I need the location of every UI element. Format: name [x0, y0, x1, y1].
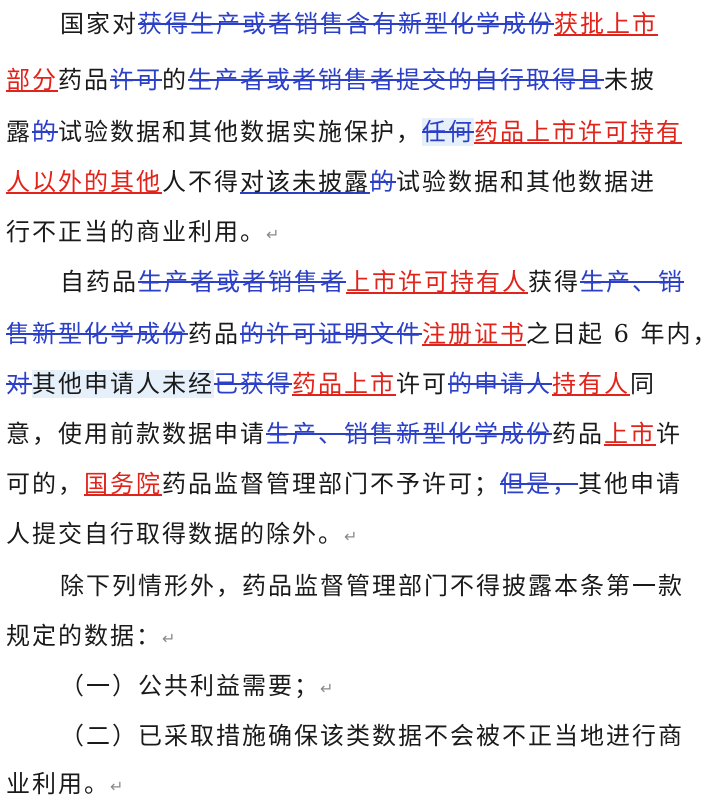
deleted-text: 生产者或者销售者提交的自行取得且: [188, 66, 604, 94]
text-run: 其他申请: [578, 470, 682, 498]
doc-line: （一）公共利益需要；↵: [60, 668, 710, 704]
text-run: 国家对: [60, 10, 138, 38]
text-run: 规定的数据：: [6, 622, 162, 650]
deleted-text: 的许可证明文件: [240, 320, 422, 348]
text-run: 可的，: [6, 470, 84, 498]
text-run: 许可: [396, 370, 448, 398]
doc-line: 行不正当的商业利用。↵: [6, 214, 710, 250]
inserted-text: 持有人: [552, 370, 630, 398]
paragraph-mark: ↵: [266, 225, 280, 244]
text-run: 露: [6, 118, 32, 146]
deleted-text: 生产、销售新型化学成份: [266, 420, 552, 448]
inserted-text: 部分: [6, 66, 58, 94]
deleted-text: 的: [32, 118, 58, 146]
doc-line: 露的试验数据和其他数据实施保护，任何药品上市许可持有: [6, 114, 710, 150]
text-run: 意，使用前款数据申请: [6, 420, 266, 448]
doc-line: 售新型化学成份药品的许可证明文件注册证书之日起 6 年内，: [6, 316, 710, 352]
text-run: 自药品: [60, 268, 138, 296]
text-run: 未披: [604, 66, 656, 94]
inserted-text: 上市: [604, 420, 656, 448]
inserted-text: 注册证书: [422, 320, 526, 348]
inserted-text: 药品上市: [292, 370, 396, 398]
text-run: 业利用。: [6, 770, 110, 798]
inserted-text: 获批上市: [554, 10, 658, 38]
text-run: 人不得: [162, 168, 240, 196]
doc-line: 意，使用前款数据申请生产、销售新型化学成份药品上市许: [6, 416, 710, 452]
doc-line: 除下列情形外，药品监督管理部门不得披露本条第一款: [60, 568, 710, 604]
doc-line: 人以外的其他人不得对该未披露的试验数据和其他数据进: [6, 164, 710, 200]
document-page: 国家对获得生产或者销售含有新型化学成份获批上市 部分药品许可的生产者或者销售者提交…: [0, 0, 710, 798]
inserted-text: 上市许可持有人: [346, 268, 528, 296]
text-run: 人提交自行取得数据的除外。: [6, 520, 344, 548]
text-run: 药品监督管理部门不予许可；: [162, 470, 500, 498]
text-run: 药品: [188, 320, 240, 348]
deleted-text: 已获得: [214, 370, 292, 398]
inserted-text: 国务院: [84, 470, 162, 498]
doc-line: 规定的数据：↵: [6, 618, 710, 654]
deleted-text: 对: [6, 370, 32, 398]
deleted-text: 任何: [422, 118, 474, 146]
text-run: 同: [630, 370, 656, 398]
paragraph-mark: ↵: [344, 527, 358, 546]
text-run: （一）公共利益需要；: [60, 672, 320, 700]
paragraph-mark: ↵: [110, 777, 124, 796]
text-run: 除下列情形外，药品监督管理部门不得披露本条第一款: [60, 572, 684, 600]
deleted-text: 生产、销: [580, 268, 684, 296]
deleted-text: 的: [370, 168, 396, 196]
text-run: 试验数据和其他数据实施保护，: [58, 118, 422, 146]
text-run: 行不正当的商业利用。: [6, 218, 266, 246]
deleted-text: 许可: [110, 66, 162, 94]
text-run: 药品: [552, 420, 604, 448]
paragraph-mark: ↵: [162, 629, 176, 648]
deleted-text: 生产者或者销售者: [138, 268, 346, 296]
text-run: 试验数据和其他数据进: [396, 168, 656, 196]
doc-line: 对其他申请人未经已获得药品上市许可的申请人持有人同: [6, 366, 710, 402]
deleted-text: 的申请人: [448, 370, 552, 398]
doc-line: 可的，国务院药品监督管理部门不予许可；但是，其他申请: [6, 466, 710, 502]
text-run: （二）已采取措施确保该类数据不会被不正当地进行商: [60, 722, 684, 750]
text-run: 之日起 6 年内，: [526, 320, 710, 348]
inserted-text: 药品上市许可持有: [474, 118, 682, 146]
text-run: 药品: [58, 66, 110, 94]
doc-line: 人提交自行取得数据的除外。↵: [6, 516, 710, 552]
doc-line: 部分药品许可的生产者或者销售者提交的自行取得且未披: [6, 62, 710, 98]
text-run: 对该未披露: [240, 168, 370, 196]
doc-line: 国家对获得生产或者销售含有新型化学成份获批上市: [60, 6, 710, 42]
deleted-text: 售新型化学成份: [6, 320, 188, 348]
text-run: 的: [162, 66, 188, 94]
inserted-text: 人以外的其他: [6, 168, 162, 196]
paragraph-mark: ↵: [320, 679, 334, 698]
deleted-text: 获得生产或者销售含有新型化学成份: [138, 10, 554, 38]
text-run: 其他申请人未经: [32, 370, 214, 398]
deleted-text: 但是，: [500, 470, 578, 498]
text-run: 许: [656, 420, 682, 448]
text-run: 获得: [528, 268, 580, 296]
doc-line: 自药品生产者或者销售者上市许可持有人获得生产、销: [60, 264, 710, 300]
doc-line: （二）已采取措施确保该类数据不会被不正当地进行商: [60, 718, 710, 754]
